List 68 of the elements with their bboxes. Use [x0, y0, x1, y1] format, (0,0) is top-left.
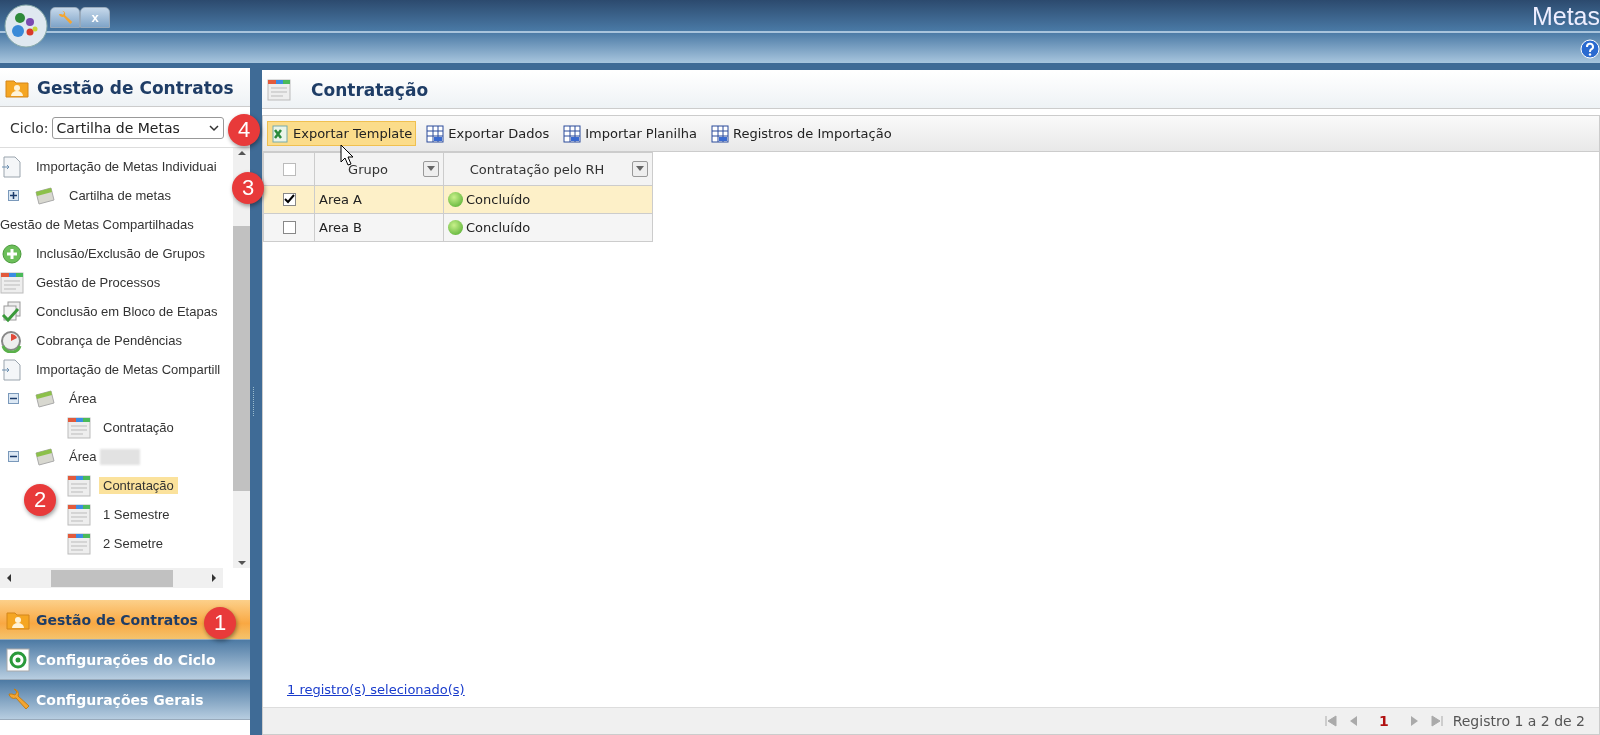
minus-icon [10, 453, 17, 460]
selection-link[interactable]: 1 registro(s) selecionado(s) [287, 682, 465, 697]
toolbar-button[interactable]: Registros de Importação [706, 121, 896, 146]
expand-toggle[interactable] [8, 190, 19, 201]
wrench-icon [6, 687, 30, 712]
sheet-icon [267, 78, 291, 102]
caret-icon [636, 166, 644, 172]
panel-title: Contratação [311, 80, 429, 100]
collapse-toggle[interactable] [8, 451, 19, 462]
column-menu-button[interactable] [632, 161, 648, 177]
tree-item[interactable]: Conclusão em Bloco de Etapas [32, 303, 222, 320]
sheet-icon [67, 415, 91, 440]
column-menu-button[interactable] [423, 161, 439, 177]
table-cell: Concluído [466, 192, 531, 207]
help-icon[interactable] [1580, 39, 1600, 59]
panel-title: Gestão de Contratos [37, 78, 234, 98]
pager-summary: Registro 1 a 2 de 2 [1452, 713, 1585, 729]
tree-item[interactable]: Cobrança de Pendências [32, 332, 186, 349]
status-dot-icon [448, 192, 463, 207]
status-dot-icon [448, 220, 463, 235]
table-cell: Area A [319, 192, 362, 207]
caret-icon [427, 166, 435, 172]
scroll-right-icon[interactable] [210, 573, 218, 583]
sheet-icon [0, 270, 24, 295]
toolbar-button[interactable]: Exportar Dados [422, 121, 554, 146]
tree-item[interactable]: Importação de Metas Compartill [32, 361, 225, 378]
cycle-icon [6, 647, 30, 672]
tree-item[interactable]: Contratação [99, 419, 178, 436]
table-icon [563, 124, 582, 143]
splitter-handle[interactable] [252, 386, 255, 417]
tree-item[interactable]: Área [65, 448, 101, 465]
cycle-label: Ciclo: [10, 120, 49, 136]
tree-item[interactable]: 1 Semestre [99, 506, 174, 523]
page-number[interactable]: 1 [1378, 713, 1389, 729]
toolbar-button[interactable]: Importar Planilha [559, 121, 701, 146]
minus-icon [10, 395, 17, 402]
plus-icon [10, 192, 17, 199]
tree-item[interactable]: Inclusão/Exclusão de Grupos [32, 245, 210, 262]
row-checkbox[interactable] [282, 193, 296, 206]
wrench-icon [57, 9, 73, 26]
cycle-select[interactable]: Cartilha de Metas [51, 117, 224, 139]
sheet-icon [67, 531, 91, 556]
sheet-icon [67, 502, 91, 527]
tree-item[interactable]: Área [65, 390, 101, 407]
table-cell: Area B [319, 220, 362, 235]
tree-item[interactable]: Cartilha de metas [65, 187, 175, 204]
spreadsheet-icon [271, 124, 289, 143]
scroll-down-icon[interactable] [237, 558, 246, 568]
tree-item[interactable]: Importação de Metas Individuai [32, 158, 221, 175]
app-title: Metas [1531, 2, 1600, 31]
scroll-left-icon[interactable] [5, 573, 13, 583]
clock-icon [0, 328, 24, 353]
checkmark-icon [283, 194, 295, 205]
tree-item[interactable]: Contratação [99, 477, 178, 494]
table-cell: Concluído [466, 220, 531, 235]
caret-icon [208, 124, 219, 132]
select-all-checkbox[interactable] [282, 162, 296, 176]
row-checkbox[interactable] [282, 221, 296, 234]
tree-item[interactable]: 2 Semetre [99, 535, 167, 552]
collapse-toggle[interactable] [8, 393, 19, 404]
horizontal-scrollbar[interactable] [0, 568, 223, 588]
toolbar-button[interactable]: Exportar Template [267, 121, 417, 146]
tree-item[interactable]: Gestão de Metas Compartilhadas [0, 216, 198, 233]
table-icon [426, 124, 445, 143]
sheet-icon [67, 473, 91, 498]
table-icon [710, 124, 729, 143]
scroll-up-icon[interactable] [237, 148, 246, 158]
tree-item[interactable]: Gestão de Processos [32, 274, 165, 291]
